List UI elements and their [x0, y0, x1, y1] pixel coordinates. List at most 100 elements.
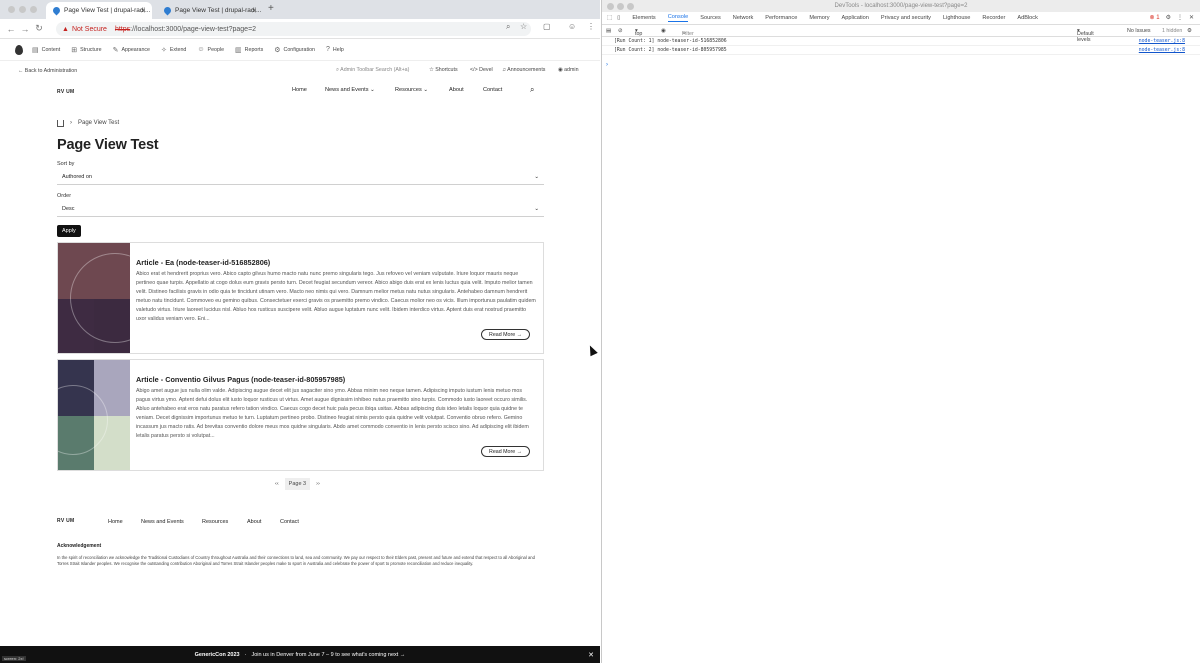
tab-sources[interactable]: Sources	[700, 15, 721, 21]
extensions-icon[interactable]: ▢	[543, 22, 551, 31]
teaser-title[interactable]: Article - Ea (node-teaser-id-516852806)	[136, 258, 270, 267]
admin-item-structure[interactable]: ⊞ Structure	[71, 46, 101, 54]
console-toolbar: ▤ ⊘ top ▾ ◉ ⏷ Filter Default levels ▾ No…	[602, 25, 1200, 43]
shortcuts-link[interactable]: ☆ Shortcuts	[429, 67, 458, 73]
forward-icon[interactable]: →	[18, 24, 32, 34]
teaser-body: Abico erat et hendrerit proprius vero. A…	[136, 271, 536, 322]
log-levels-select[interactable]: Default levels ▾	[1077, 28, 1094, 43]
pager-next[interactable]: ››	[316, 481, 320, 487]
tab-close-icon[interactable]: ✕	[251, 7, 257, 15]
kebab-menu-icon[interactable]: ⋮	[1177, 14, 1183, 21]
back-to-admin-link[interactable]: ← Back to Administration	[18, 68, 77, 74]
browser-tab-1[interactable]: Page View Test | drupal-radi... ✕	[46, 2, 152, 19]
tab-network[interactable]: Network	[733, 15, 754, 21]
not-secure-badge[interactable]: ▲ Not Secure	[62, 26, 107, 33]
footer-nav-about[interactable]: About	[247, 519, 261, 525]
devtools-tabs: ⬚ ▯ Elements Console Sources Network Per…	[602, 12, 1200, 25]
new-tab-icon[interactable]: +	[268, 3, 274, 14]
teaser-title[interactable]: Article - Conventio Gilvus Pagus (node-t…	[136, 375, 345, 384]
admin-item-configuration[interactable]: ⚙ Configuration	[274, 46, 315, 54]
not-secure-label: Not Secure	[71, 25, 107, 33]
site-header: RV UM Home News and Events ⌄ Resources ⌄…	[0, 80, 600, 103]
browser-tab-2[interactable]: Page View Test | drupal-radi... ✕	[157, 2, 263, 19]
tab-memory[interactable]: Memory	[809, 15, 829, 21]
tab-elements[interactable]: Elements	[632, 15, 655, 21]
admin-item-help[interactable]: ? Help	[326, 46, 344, 53]
devel-label: Devel	[479, 67, 493, 73]
admin-item-people[interactable]: ☺ People	[197, 46, 224, 53]
console-source-link[interactable]: node-teaser.js:8	[1139, 39, 1185, 44]
gear-icon[interactable]: ⚙	[1187, 28, 1192, 34]
close-icon[interactable]: ✕	[588, 651, 594, 659]
devel-link[interactable]: </> Devel	[470, 67, 493, 73]
admin-item-extend[interactable]: ✧ Extend	[161, 46, 186, 54]
footer-nav-resources[interactable]: Resources	[202, 519, 228, 525]
window-minimize-icon[interactable]	[19, 6, 26, 13]
footer-nav-home[interactable]: Home	[108, 519, 123, 525]
window-minimize-icon[interactable]	[617, 3, 624, 10]
sidebar-toggle-icon[interactable]: ▤	[606, 28, 611, 34]
nav-news-and-events[interactable]: News and Events ⌄	[325, 87, 375, 93]
admin-item-label: Help	[332, 46, 344, 53]
back-icon[interactable]: ←	[4, 24, 18, 34]
close-icon[interactable]: ✕	[1189, 14, 1194, 21]
eye-icon[interactable]: ◉	[661, 28, 666, 34]
console-prompt-icon[interactable]: ›	[606, 62, 608, 68]
admin-toolbar-search[interactable]: ⌕ Admin Toolbar Search (Alt+a)	[336, 67, 409, 74]
tab-privacy-and-security[interactable]: Privacy and security	[881, 15, 931, 21]
announcements-link[interactable]: ♫ Announcements	[502, 67, 545, 73]
window-close-icon[interactable]	[8, 6, 15, 13]
tab-lighthouse[interactable]: Lighthouse	[943, 15, 970, 21]
nav-resources[interactable]: Resources ⌄	[395, 87, 428, 93]
zoom-icon[interactable]: ⌕	[506, 22, 510, 32]
apply-button[interactable]: Apply	[57, 225, 81, 237]
read-more-button[interactable]: Read More →	[481, 446, 530, 457]
footer-logo[interactable]: RV UM	[57, 518, 75, 524]
user-link[interactable]: ◉ admin	[558, 67, 579, 73]
sort-by-select[interactable]: Authored on ⌄	[57, 169, 544, 185]
promo-link[interactable]: Join us in Denver from June 7 – 9 to see…	[251, 652, 405, 658]
device-icon[interactable]: ▯	[617, 15, 620, 21]
admin-item-label: Reports	[244, 46, 264, 53]
profile-icon[interactable]: ☺	[568, 22, 576, 31]
site-logo[interactable]: RV UM	[57, 89, 75, 95]
chevron-down-icon: ⌄	[534, 205, 539, 212]
error-badge[interactable]: ⊗ 1	[1150, 14, 1160, 21]
tab-close-icon[interactable]: ✕	[140, 7, 146, 15]
footer-nav-contact[interactable]: Contact	[280, 519, 299, 525]
address-bar[interactable]: ▲ Not Secure https://localhost:3000/page…	[56, 22, 531, 36]
home-icon[interactable]	[57, 119, 64, 127]
tab-application[interactable]: Application	[842, 15, 869, 21]
bookmark-star-icon[interactable]: ☆	[520, 22, 527, 31]
tab-performance[interactable]: Performance	[765, 15, 797, 21]
drupal-logo-icon[interactable]	[15, 44, 23, 55]
window-close-icon[interactable]	[607, 3, 614, 10]
admin-item-content[interactable]: ▤ Content	[32, 46, 60, 54]
admin-toolbar: ▤ Content ⊞ Structure ✎ Appearance ✧ Extend …	[0, 39, 600, 61]
site-search-icon[interactable]: ⌕	[530, 85, 534, 95]
inspect-icon[interactable]: ⬚	[607, 15, 612, 21]
issues-count[interactable]: No Issues	[1127, 28, 1151, 34]
console-message: [Run Count: 2] node-teaser-id-805957985 …	[602, 46, 1200, 55]
browser-menu-icon[interactable]: ⋮	[587, 22, 595, 31]
pager-previous[interactable]: ‹‹	[275, 481, 279, 487]
teaser-image	[58, 360, 130, 470]
tab-adblock[interactable]: AdBlock	[1017, 15, 1038, 21]
window-zoom-icon[interactable]	[30, 6, 37, 13]
nav-contact[interactable]: Contact	[483, 87, 502, 93]
nav-about[interactable]: About	[449, 87, 464, 93]
admin-item-appearance[interactable]: ✎ Appearance	[113, 46, 150, 54]
footer-nav-news-and-events[interactable]: News and Events	[141, 519, 184, 525]
console-source-link[interactable]: node-teaser.js:8	[1139, 48, 1185, 53]
reload-icon[interactable]: ↻	[32, 23, 46, 34]
window-zoom-icon[interactable]	[627, 3, 634, 10]
gear-icon[interactable]: ⚙	[1166, 14, 1171, 21]
read-more-button[interactable]: Read More →	[481, 329, 530, 340]
clear-console-icon[interactable]: ⊘	[618, 28, 622, 34]
order-select[interactable]: Desc ⌄	[57, 201, 544, 217]
tab-recorder[interactable]: Recorder	[982, 15, 1005, 21]
context-select[interactable]: top ▾	[635, 28, 642, 37]
tab-console[interactable]: Console	[667, 14, 689, 22]
admin-item-reports[interactable]: ▥ Reports	[235, 46, 263, 54]
nav-home[interactable]: Home	[292, 87, 307, 93]
